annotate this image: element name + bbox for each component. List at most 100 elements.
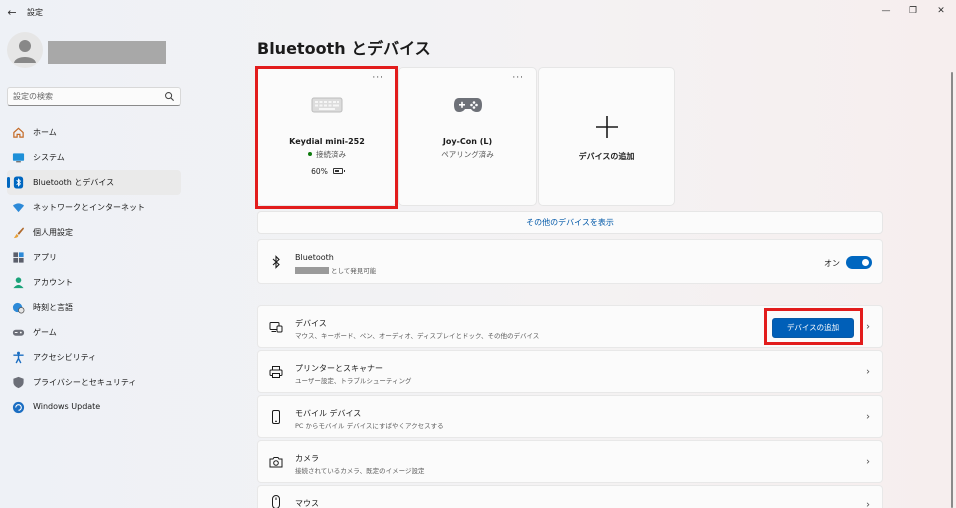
row-subtitle: として発見可能	[295, 265, 376, 275]
battery-percent: 60%	[311, 167, 328, 176]
sidebar-item-accounts[interactable]: アカウント	[7, 270, 181, 295]
sidebar-item-home[interactable]: ホーム	[7, 120, 181, 145]
apps-icon	[13, 252, 24, 263]
row-title: デバイス	[295, 319, 327, 328]
sidebar-item-label: 時刻と言語	[33, 303, 73, 312]
sidebar-item-label: 個人用設定	[33, 228, 73, 237]
device-card-joycon[interactable]: ··· Joy-Con (L) ペアリング済み	[398, 67, 537, 206]
active-indicator	[7, 177, 10, 188]
sidebar-item-label: アプリ	[33, 253, 57, 262]
sidebar-item-accessibility[interactable]: アクセシビリティ	[7, 345, 181, 370]
printer-icon	[269, 365, 283, 378]
add-device-card[interactable]: デバイスの追加	[538, 67, 675, 206]
brush-icon	[13, 227, 25, 239]
row-subtitle: マウス、キーボード、ペン、オーディオ、ディスプレイとドック、その他のデバイス	[295, 332, 540, 340]
sidebar-item-personalization[interactable]: 個人用設定	[7, 220, 181, 245]
close-button[interactable]: ✕	[933, 3, 949, 19]
mouse-icon	[272, 495, 280, 508]
more-options-button[interactable]: ···	[512, 73, 524, 83]
page-title: Bluetooth とデバイス	[257, 39, 431, 58]
maximize-button[interactable]: ❐	[905, 3, 921, 19]
add-device-button[interactable]: デバイスの追加	[772, 318, 854, 338]
bluetooth-toggle-row: Bluetooth として発見可能 オン	[257, 239, 883, 284]
camera-icon	[269, 456, 283, 467]
sidebar-item-label: ゲーム	[33, 328, 57, 337]
app-title: 設定	[27, 8, 43, 17]
sidebar-item-bluetooth[interactable]: Bluetooth とデバイス	[7, 170, 181, 195]
show-more-devices-link[interactable]: その他のデバイスを表示	[257, 211, 883, 234]
device-status-text: 接続済み	[316, 150, 346, 159]
sidebar-item-windows-update[interactable]: Windows Update	[7, 395, 181, 420]
account-icon	[13, 277, 24, 289]
row-subtitle: PC からモバイル デバイスにすばやくアクセスする	[295, 422, 444, 430]
sidebar-item-label: アカウント	[33, 278, 73, 287]
connected-dot	[308, 152, 312, 156]
wifi-icon	[12, 203, 25, 213]
keyboard-icon	[311, 97, 343, 113]
minimize-button[interactable]: —	[878, 3, 894, 19]
device-card-keydial[interactable]: ··· Keydial mini-252 接続済み 60%	[257, 67, 397, 206]
mobile-devices-row[interactable]: モバイル デバイス PC からモバイル デバイスにすばやくアクセスする ›	[257, 395, 883, 438]
device-name: Joy-Con (L)	[442, 137, 493, 146]
printers-row[interactable]: プリンターとスキャナー ユーザー設定、トラブルシューティング ›	[257, 350, 883, 393]
redacted-device-name	[295, 266, 329, 274]
search-input[interactable]	[13, 90, 163, 103]
row-title: Bluetooth	[295, 253, 334, 262]
more-options-button[interactable]: ···	[372, 73, 384, 83]
battery-icon	[332, 168, 345, 174]
sidebar-item-label: Bluetooth とデバイス	[33, 178, 115, 187]
shield-icon	[13, 376, 24, 389]
camera-row[interactable]: カメラ 接続されているカメラ、既定のイメージ設定 ›	[257, 440, 883, 483]
chevron-right-icon: ›	[866, 366, 870, 377]
update-icon	[12, 401, 25, 414]
sidebar-item-label: Windows Update	[33, 402, 101, 411]
row-subtitle: ユーザー設定、トラブルシューティング	[295, 377, 412, 385]
back-button[interactable]: ←	[4, 5, 20, 21]
sidebar-item-network[interactable]: ネットワークとインターネット	[7, 195, 181, 220]
sidebar-item-label: アクセシビリティ	[33, 353, 97, 362]
chevron-right-icon: ›	[866, 499, 870, 508]
home-icon	[13, 127, 24, 138]
mouse-row[interactable]: マウス ›	[257, 485, 883, 508]
row-title: モバイル デバイス	[295, 409, 362, 418]
add-device-label: デバイスの追加	[578, 152, 635, 161]
bluetooth-icon	[13, 176, 24, 189]
row-title: カメラ	[295, 454, 319, 463]
devices-row[interactable]: デバイス マウス、キーボード、ペン、オーディオ、ディスプレイとドック、その他のデ…	[257, 305, 883, 348]
sidebar-item-system[interactable]: システム	[7, 145, 181, 170]
avatar[interactable]	[7, 32, 43, 68]
sidebar-item-label: ホーム	[33, 128, 57, 137]
sidebar-item-time-language[interactable]: 時刻と言語	[7, 295, 181, 320]
system-icon	[12, 153, 25, 163]
discoverable-text: として発見可能	[331, 267, 377, 275]
row-subtitle: 接続されているカメラ、既定のイメージ設定	[295, 467, 425, 475]
sidebar-item-privacy[interactable]: プライバシーとセキュリティ	[7, 370, 181, 395]
device-status: ペアリング済み	[441, 150, 494, 159]
settings-window: ← 設定 — ❐ ✕ ホーム システム Bluetooth とデバ	[0, 0, 956, 508]
chevron-right-icon: ›	[866, 321, 870, 332]
bluetooth-toggle[interactable]	[846, 256, 872, 269]
sidebar-item-label: システム	[33, 153, 65, 162]
sidebar-nav: ホーム システム Bluetooth とデバイス ネットワークとインターネット …	[7, 120, 181, 420]
sidebar-item-label: プライバシーとセキュリティ	[33, 378, 137, 387]
search-box[interactable]	[7, 87, 181, 106]
gamepad-icon	[453, 98, 482, 112]
plus-icon	[595, 116, 618, 138]
sidebar-item-label: ネットワークとインターネット	[33, 203, 145, 212]
chevron-right-icon: ›	[866, 456, 870, 467]
scrollbar[interactable]	[951, 72, 953, 508]
sidebar-item-apps[interactable]: アプリ	[7, 245, 181, 270]
devices-icon	[269, 321, 283, 332]
device-battery: 60%	[258, 167, 396, 176]
device-name: Keydial mini-252	[289, 137, 365, 146]
bluetooth-icon	[272, 254, 280, 269]
sidebar-item-gaming[interactable]: ゲーム	[7, 320, 181, 345]
phone-icon	[272, 409, 280, 424]
row-title: マウス	[295, 499, 319, 508]
toggle-state-label: オン	[824, 259, 840, 268]
user-icon	[14, 40, 36, 63]
accessibility-icon	[13, 351, 24, 364]
redacted-username	[48, 41, 166, 64]
globe-clock-icon	[12, 302, 25, 314]
row-title: プリンターとスキャナー	[295, 364, 383, 373]
